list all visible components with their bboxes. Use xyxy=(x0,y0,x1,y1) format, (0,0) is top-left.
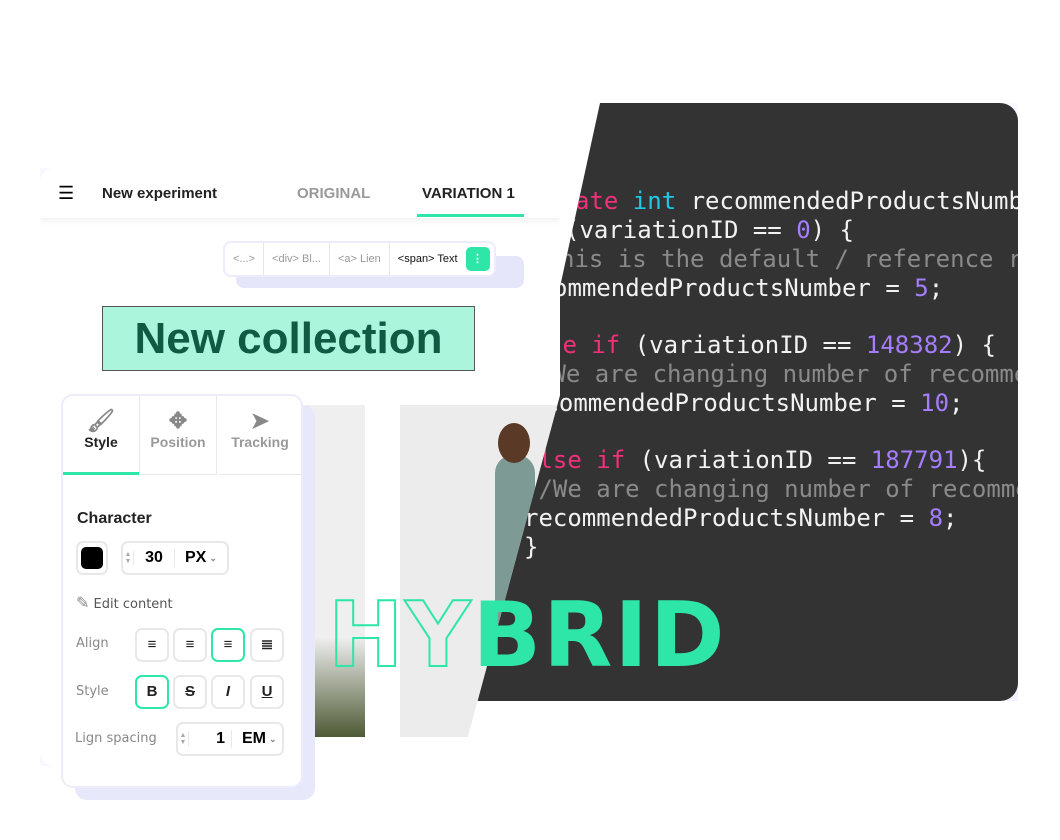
underline-button[interactable]: U xyxy=(250,675,284,709)
style-panel: 🖌 Style ✥ Position ➤ Tracking Character ▲ ▼ … xyxy=(61,394,303,788)
code-line: se if (variationID == 148382) { xyxy=(548,331,996,359)
align-right-button[interactable]: ≡ xyxy=(173,628,207,662)
active-tab-indicator xyxy=(417,214,524,217)
line-spacing-stepper[interactable]: ▲ ▼ 1 EM ⌄ xyxy=(176,722,284,756)
more-options-button[interactable]: ⋮ xyxy=(465,247,490,271)
code-line: ecommendedProductsNumber = 10; xyxy=(530,389,964,417)
code-line: else if (variationID == 187791){ xyxy=(524,446,987,474)
font-size-value[interactable]: 30 xyxy=(134,549,175,567)
code-line: } xyxy=(524,533,539,561)
align-center-button[interactable]: ≡ xyxy=(211,628,245,662)
align-left-button[interactable]: ≡ xyxy=(135,628,169,662)
code-line: recommendedProductsNumber = 8; xyxy=(524,504,958,532)
tab-style[interactable]: 🖌 Style xyxy=(63,396,140,475)
code-line: ate int recommendedProductsNumb xyxy=(575,187,1023,215)
code-line: ommendedProductsNumber = 5; xyxy=(553,274,944,302)
breadcrumb-item[interactable]: <a> Lien xyxy=(330,243,390,275)
breadcrumb: <...> <div> Bl... <a> Lien <span> Text ⋮ xyxy=(223,241,496,277)
line-spacing-label: Lign spacing xyxy=(75,731,157,746)
breadcrumb-item-current[interactable]: <span> Text xyxy=(390,243,466,275)
move-icon: ✥ xyxy=(168,408,188,433)
color-picker[interactable] xyxy=(76,541,108,575)
font-size-stepper[interactable]: ▲ ▼ 30 PX ⌄ xyxy=(121,541,229,575)
code-line: //We are changing number of recomme xyxy=(524,475,1030,503)
bold-button[interactable]: B xyxy=(135,675,169,709)
italic-button[interactable]: I xyxy=(211,675,245,709)
align-label: Align xyxy=(76,636,109,651)
stepper-arrows[interactable]: ▲ ▼ xyxy=(123,551,134,565)
stepper-arrows[interactable]: ▲ ▼ xyxy=(178,732,189,746)
breadcrumb-item[interactable]: <...> xyxy=(225,243,265,275)
code-line: his is the default / reference r xyxy=(560,245,1023,273)
hybrid-title: HYBRID xyxy=(327,582,727,689)
spacing-unit-select[interactable]: EM xyxy=(242,730,266,748)
tab-original[interactable]: ORIGINAL xyxy=(297,185,370,202)
editor-header: ☰ New experiment ORIGINAL VARIATION 1 xyxy=(40,168,560,218)
menu-icon[interactable]: ☰ xyxy=(58,183,74,204)
experiment-title: New experiment xyxy=(102,185,218,202)
code-line: /We are changing number of recomme xyxy=(537,360,1029,388)
pencil-icon: ✎ xyxy=(76,593,90,612)
tab-position[interactable]: ✥ Position xyxy=(140,396,217,475)
code-line: (variationID == 0) { xyxy=(565,216,854,244)
line-spacing-value[interactable]: 1 xyxy=(189,730,232,748)
cursor-icon: ➤ xyxy=(250,408,270,433)
tab-tracking[interactable]: ➤ Tracking xyxy=(219,396,301,475)
breadcrumb-item[interactable]: <div> Bl... xyxy=(264,243,330,275)
section-title: Character xyxy=(77,510,152,527)
font-unit-select[interactable]: PX xyxy=(185,549,206,567)
align-justify-button[interactable]: ≣ xyxy=(250,628,284,662)
brush-icon: 🖌 xyxy=(87,408,115,433)
style-label: Style xyxy=(76,684,109,699)
strikethrough-button[interactable]: S xyxy=(173,675,207,709)
edit-content-button[interactable]: ✎ Edit content xyxy=(76,593,173,612)
tab-variation-1[interactable]: VARIATION 1 xyxy=(422,185,515,202)
selected-headline[interactable]: New collection xyxy=(102,306,475,371)
